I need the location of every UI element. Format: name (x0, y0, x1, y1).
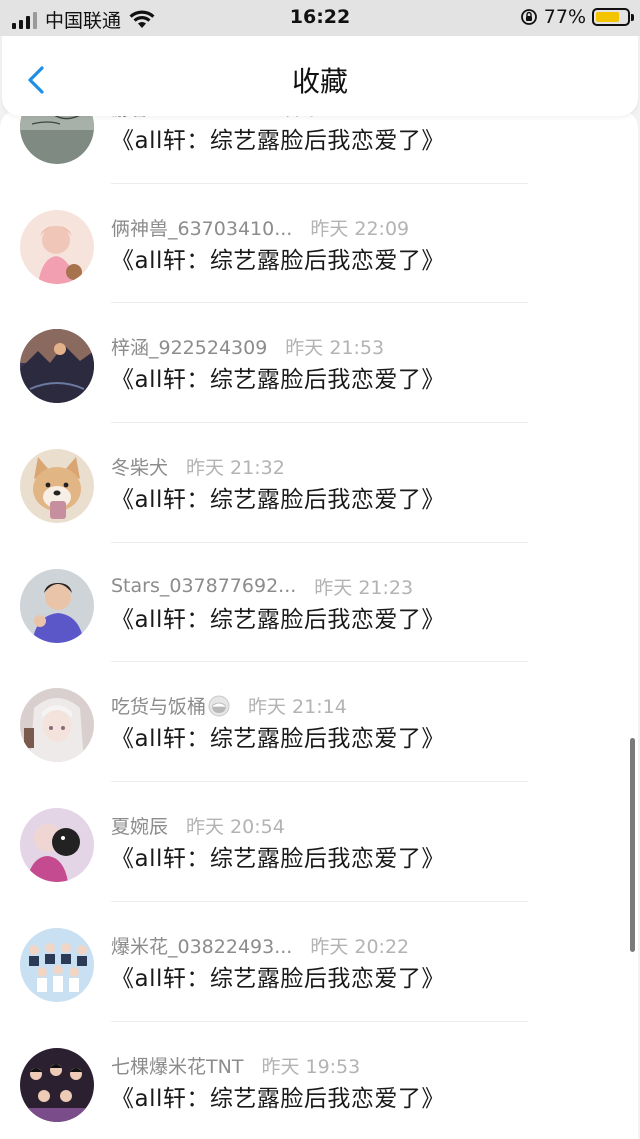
list-item[interactable]: 七棵爆米花TNT 昨天 19:53 《all轩：综艺露脸后我恋爱了》 (0, 1022, 638, 1139)
book-title: 《all轩：综艺露脸后我恋爱了》 (111, 487, 445, 514)
avatar[interactable] (20, 927, 94, 1002)
navigation-bar: 收藏 (2, 36, 638, 116)
battery-level-fill (596, 12, 620, 22)
list-item[interactable]: 游客929951378 昨天 22:27 《all轩：综艺露脸后我恋爱了》 (0, 110, 638, 184)
username: 俩神兽_63703410... (111, 217, 293, 240)
timestamp: 昨天 21:32 (186, 457, 285, 480)
book-title: 《all轩：综艺露脸后我恋爱了》 (111, 367, 445, 394)
avatar[interactable] (20, 110, 94, 164)
book-title: 《all轩：综艺露脸后我恋爱了》 (111, 128, 445, 154)
item-meta: 冬柴犬 昨天 21:32 (111, 453, 285, 480)
rice-bowl-icon (208, 695, 230, 717)
rotation-lock-icon (520, 9, 537, 25)
scrollbar[interactable] (630, 738, 635, 952)
avatar-image-group-dark (20, 1047, 94, 1122)
item-meta: 夏婉辰 昨天 20:54 (111, 812, 285, 839)
book-title: 《all轩：综艺露脸后我恋爱了》 (111, 965, 445, 992)
list-item[interactable]: 冬柴犬 昨天 21:32 《all轩：综艺露脸后我恋爱了》 (0, 423, 638, 543)
avatar-image-group-photo (20, 927, 94, 1002)
timestamp: 昨天 21:23 (314, 576, 414, 599)
avatar[interactable] (20, 449, 94, 524)
username: 吃货与饭桶 (111, 696, 207, 719)
username: 爆米花_03822493... (111, 935, 293, 958)
item-meta: 爆米花_03822493... 昨天 20:22 (111, 932, 409, 959)
username: 梓涵_922524309 (111, 337, 268, 360)
avatar-image-fantasy-landscape (20, 329, 94, 404)
status-bar: 中国联通 16:22 77% (0, 0, 640, 36)
avatar-image-handwritten-note (20, 110, 94, 164)
book-title: 《all轩：综艺露脸后我恋爱了》 (111, 726, 445, 753)
list-item[interactable]: 梓涵_922524309 昨天 21:53 《all轩：综艺露脸后我恋爱了》 (0, 303, 638, 424)
list-item[interactable]: 吃货与饭桶 昨天 21:14 《all轩：综艺露脸后我恋爱了》 (0, 662, 638, 783)
list-item[interactable]: 夏婉辰 昨天 20:54 《all轩：综艺露脸后我恋爱了》 (0, 782, 638, 902)
battery-percent: 77% (543, 6, 586, 28)
username: 冬柴犬 (111, 457, 169, 480)
book-title: 《all轩：综艺露脸后我恋爱了》 (111, 846, 445, 873)
avatar-image-boy-purple-shirt (20, 568, 94, 643)
timestamp: 昨天 21:53 (285, 337, 385, 360)
list-item[interactable]: 爆米花_03822493... 昨天 20:22 《all轩：综艺露脸后我恋爱了… (0, 902, 638, 1022)
avatar[interactable] (20, 1047, 94, 1122)
status-right: 77% (520, 6, 634, 28)
favorites-list: 游客929951378 昨天 22:27 《all轩：综艺露脸后我恋爱了》 俩神… (0, 110, 638, 1139)
avatar-image-person-with-plush (20, 808, 94, 883)
book-title: 《all轩：综艺露脸后我恋爱了》 (111, 247, 445, 274)
timestamp: 昨天 20:54 (186, 816, 285, 839)
timestamp: 昨天 20:22 (310, 935, 410, 958)
avatar[interactable] (20, 209, 94, 284)
avatar-image-anime-girl-pink (20, 209, 94, 284)
item-meta: 梓涵_922524309 昨天 21:53 (111, 333, 384, 360)
page-title: 收藏 (291, 65, 348, 98)
avatar-image-anime-white-hair (20, 688, 94, 763)
item-meta: Stars_037877692... 昨天 21:23 (111, 573, 413, 600)
avatar[interactable] (20, 688, 94, 763)
book-title: 《all轩：综艺露脸后我恋爱了》 (111, 606, 445, 633)
battery-icon (592, 8, 634, 26)
book-title: 《all轩：综艺露脸后我恋爱了》 (111, 1085, 445, 1112)
username: 夏婉辰 (111, 816, 169, 839)
username: Stars_037877692... (111, 575, 297, 598)
timestamp: 昨天 19:53 (261, 1055, 361, 1078)
item-meta: 吃货与饭桶 昨天 21:14 (111, 692, 347, 719)
item-meta: 俩神兽_63703410... 昨天 22:09 (111, 214, 409, 241)
username: 七棵爆米花TNT (111, 1055, 244, 1078)
favorites-list-card: 游客929951378 昨天 22:27 《all轩：综艺露脸后我恋爱了》 俩神… (0, 110, 638, 1139)
avatar-image-shiba-dog (20, 449, 94, 524)
timestamp: 昨天 22:09 (310, 217, 410, 240)
timestamp: 昨天 21:14 (248, 696, 347, 719)
item-meta: 七棵爆米花TNT 昨天 19:53 (111, 1052, 360, 1079)
avatar[interactable] (20, 808, 94, 883)
list-item[interactable]: 俩神兽_63703410... 昨天 22:09 《all轩：综艺露脸后我恋爱了… (0, 184, 638, 304)
list-item[interactable]: Stars_037877692... 昨天 21:23 《all轩：综艺露脸后我… (0, 543, 638, 663)
avatar[interactable] (20, 329, 94, 404)
avatar[interactable] (20, 568, 94, 643)
